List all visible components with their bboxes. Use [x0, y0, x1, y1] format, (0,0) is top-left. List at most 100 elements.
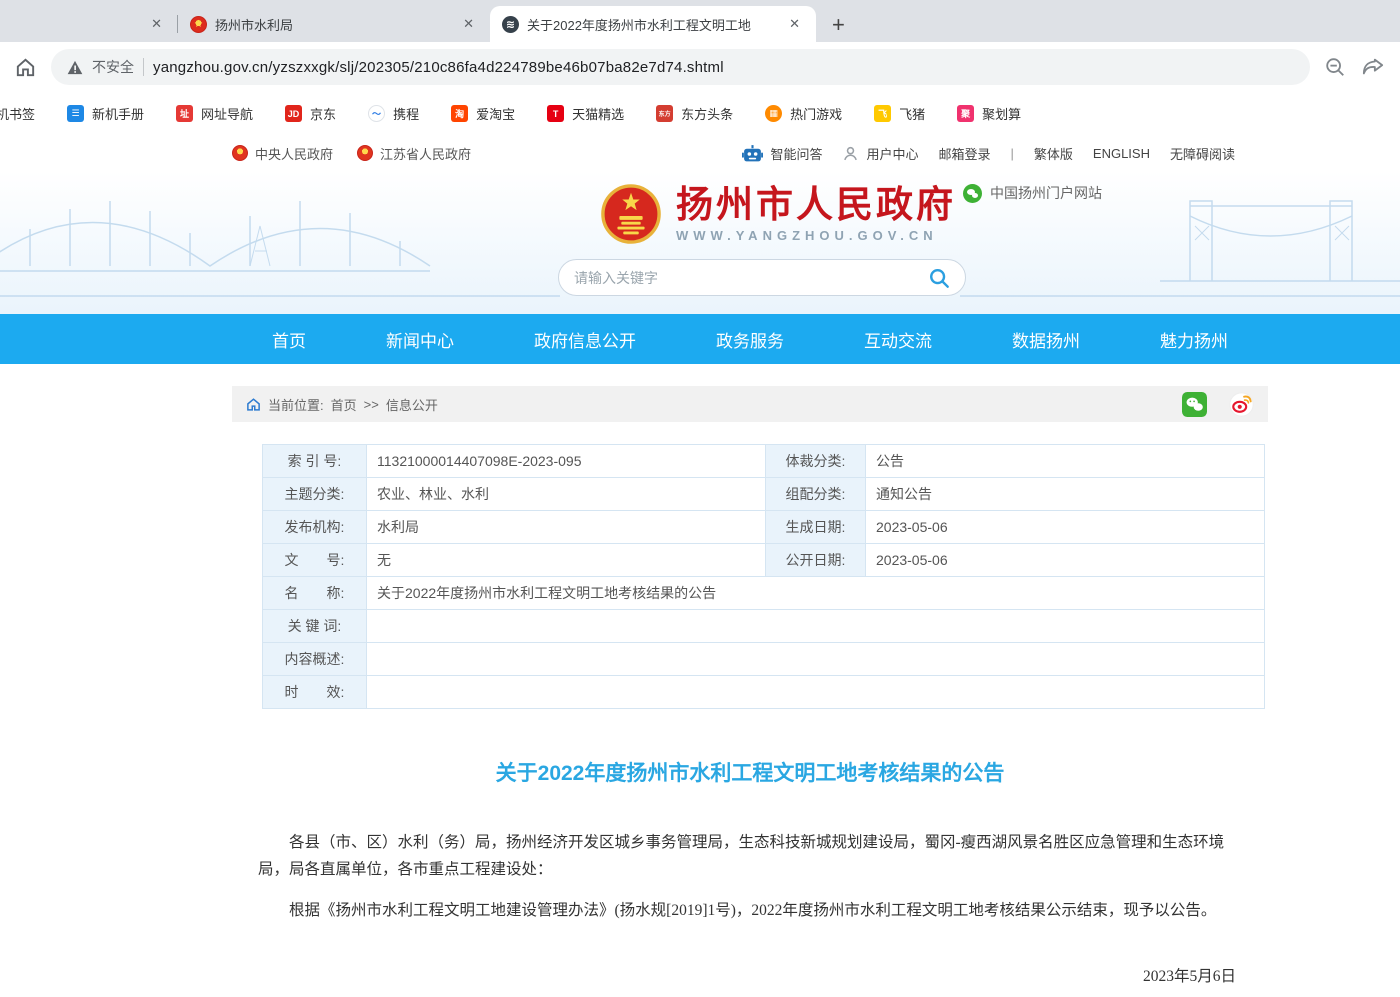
table-row: 文 号:无公开日期:2023-05-06	[263, 544, 1265, 577]
site-brand[interactable]: 扬州市人民政府 WWW.YANGZHOU.GOV.CN	[600, 183, 956, 245]
bookmark-item[interactable]: ▦ 热门游戏	[765, 104, 842, 123]
meta-value	[367, 610, 1265, 643]
breadcrumb-home-link[interactable]: 首页	[331, 395, 357, 414]
meta-value	[367, 676, 1265, 709]
tab-title: 扬州市水利局	[215, 15, 451, 34]
gov-portal-link[interactable]: 中央人民政府	[232, 144, 333, 163]
bookmark-label: 天猫精选	[572, 104, 624, 123]
jd-icon: JD	[285, 105, 302, 122]
nav-item-3[interactable]: 政务服务	[716, 327, 784, 352]
bookmark-label: 热门游戏	[790, 104, 842, 123]
national-emblem-icon	[357, 145, 373, 161]
bookmark-label: 京东	[310, 104, 336, 123]
nav-item-4[interactable]: 互动交流	[864, 327, 932, 352]
breadcrumb-separator: >>	[364, 397, 379, 412]
nav-item-2[interactable]: 政府信息公开	[534, 327, 636, 352]
meta-label: 体裁分类:	[766, 445, 866, 478]
smart-qa-link[interactable]: 智能问答	[742, 144, 822, 163]
user-center-link[interactable]: 用户中心	[842, 144, 918, 163]
address-bar[interactable]: 不安全 yangzhou.gov.cn/yzszxxgk/slj/202305/…	[51, 49, 1310, 85]
nav-item-1[interactable]: 新闻中心	[386, 327, 454, 352]
juhuasuan-icon: 聚	[957, 105, 974, 122]
meta-label: 时 效:	[263, 676, 367, 709]
bookmark-item[interactable]: 址网址导航	[176, 104, 253, 123]
bookmark-item[interactable]: 飞飞猪	[874, 104, 925, 123]
tab-close-icon[interactable]: ✕	[785, 14, 804, 34]
nav-site-icon: 址	[176, 105, 193, 122]
share-wechat-icon[interactable]	[1182, 392, 1207, 417]
home-icon[interactable]	[14, 56, 37, 79]
mail-login-link[interactable]: 邮箱登录	[938, 144, 990, 163]
bookmark-label: 机书签	[0, 104, 35, 123]
search-icon[interactable]	[928, 267, 950, 289]
document-meta-table: 索 引 号:11321000014407098E-2023-095体裁分类:公告…	[262, 444, 1265, 709]
browser-tab-1[interactable]: ✕	[0, 6, 178, 42]
main-navigation: 首页 新闻中心 政府信息公开 政务服务 互动交流 数据扬州 魅力扬州	[0, 314, 1400, 364]
accessibility-link[interactable]: 无障碍阅读	[1170, 144, 1235, 163]
bookmark-label: 网址导航	[201, 104, 253, 123]
ctrip-icon: 〜	[368, 105, 385, 122]
manual-icon: ☰	[67, 105, 84, 122]
search-input[interactable]	[574, 270, 928, 286]
bookmark-item[interactable]: 东方东方头条	[656, 104, 733, 123]
meta-value: 通知公告	[866, 478, 1265, 511]
meta-label: 组配分类:	[766, 478, 866, 511]
user-icon	[842, 145, 859, 162]
browser-tab-active[interactable]: ≋ 关于2022年度扬州市水利工程文明工地 ✕	[490, 6, 816, 42]
meta-value: 公告	[866, 445, 1265, 478]
meta-label: 关 键 词:	[263, 610, 367, 643]
english-link[interactable]: ENGLISH	[1093, 146, 1150, 161]
meta-value	[367, 643, 1265, 676]
nav-item-5[interactable]: 数据扬州	[1012, 327, 1080, 352]
fliggy-icon: 飞	[874, 105, 891, 122]
tab-close-icon[interactable]: ✕	[147, 14, 166, 34]
browser-tab-2[interactable]: ★ 扬州市水利局 ✕	[178, 6, 490, 42]
gov-portal-link[interactable]: 江苏省人民政府	[357, 144, 471, 163]
robot-icon	[742, 145, 763, 162]
meta-value: 无	[367, 544, 766, 577]
meta-label: 内容概述:	[263, 643, 367, 676]
nav-item-6[interactable]: 魅力扬州	[1160, 327, 1228, 352]
share-icon[interactable]	[1362, 56, 1384, 78]
article-paragraph-2: 根据《扬州市水利工程文明工地建设管理办法》(扬水规[2019]1号)，2022年…	[258, 897, 1244, 924]
tab-close-icon[interactable]: ✕	[459, 14, 478, 34]
meta-label: 发布机构:	[263, 511, 367, 544]
page: 中央人民政府 江苏省人民政府 智能问答 用户中心 邮箱登录 | 繁体版 ENGLI…	[0, 135, 1400, 997]
new-tab-button[interactable]: +	[832, 14, 845, 36]
nav-item-0[interactable]: 首页	[272, 327, 306, 352]
table-row: 内容概述:	[263, 643, 1265, 676]
meta-value: 11321000014407098E-2023-095	[367, 445, 766, 478]
tab-strip: ✕ ★ 扬州市水利局 ✕ ≋ 关于2022年度扬州市水利工程文明工地 ✕ +	[0, 0, 1400, 42]
zoom-out-icon[interactable]	[1324, 56, 1346, 78]
bookmark-item[interactable]: 机书签	[0, 104, 35, 123]
meta-value: 农业、林业、水利	[367, 478, 766, 511]
bookmark-label: 携程	[393, 104, 419, 123]
utility-separator: |	[1011, 146, 1014, 161]
bookmark-item[interactable]: T 天猫精选	[547, 104, 624, 123]
table-row: 索 引 号:11321000014407098E-2023-095体裁分类:公告	[263, 445, 1265, 478]
breadcrumb-current[interactable]: 信息公开	[386, 395, 438, 414]
url-text[interactable]: yangzhou.gov.cn/yzszxxgk/slj/202305/210c…	[153, 59, 724, 76]
table-row: 发布机构:水利局生成日期:2023-05-06	[263, 511, 1265, 544]
share-weibo-icon[interactable]	[1229, 392, 1254, 417]
bookmark-item[interactable]: JD 京东	[285, 104, 336, 123]
bookmark-item[interactable]: 聚聚划算	[957, 104, 1021, 123]
breadcrumb-prefix: 当前位置:	[268, 395, 324, 414]
bookmark-label: 东方头条	[681, 104, 733, 123]
meta-value: 2023-05-06	[866, 511, 1265, 544]
meta-value: 2023-05-06	[866, 544, 1265, 577]
table-row: 名 称:关于2022年度扬州市水利工程文明工地考核结果的公告	[263, 577, 1265, 610]
site-header-banner: 扬州市人民政府 WWW.YANGZHOU.GOV.CN 中国扬州门户网站	[0, 171, 1400, 314]
tmall-icon: T	[547, 105, 564, 122]
breadcrumb-home-icon[interactable]	[246, 397, 261, 412]
not-secure-warning-icon[interactable]	[67, 60, 83, 75]
games-icon: ▦	[765, 105, 782, 122]
article-paragraph-1: 各县（市、区）水利（务）局，扬州经济开发区城乡事务管理局，生态科技新城规划建设局…	[258, 829, 1244, 883]
portal-link[interactable]: 中国扬州门户网站	[963, 183, 1102, 203]
article-date: 2023年5月6日	[232, 964, 1236, 986]
portal-label: 中国扬州门户网站	[990, 183, 1102, 203]
bookmark-item[interactable]: ☰新机手册	[67, 104, 144, 123]
bookmark-item[interactable]: 淘爱淘宝	[451, 104, 515, 123]
bookmark-item[interactable]: 〜携程	[368, 104, 419, 123]
traditional-link[interactable]: 繁体版	[1034, 144, 1073, 163]
